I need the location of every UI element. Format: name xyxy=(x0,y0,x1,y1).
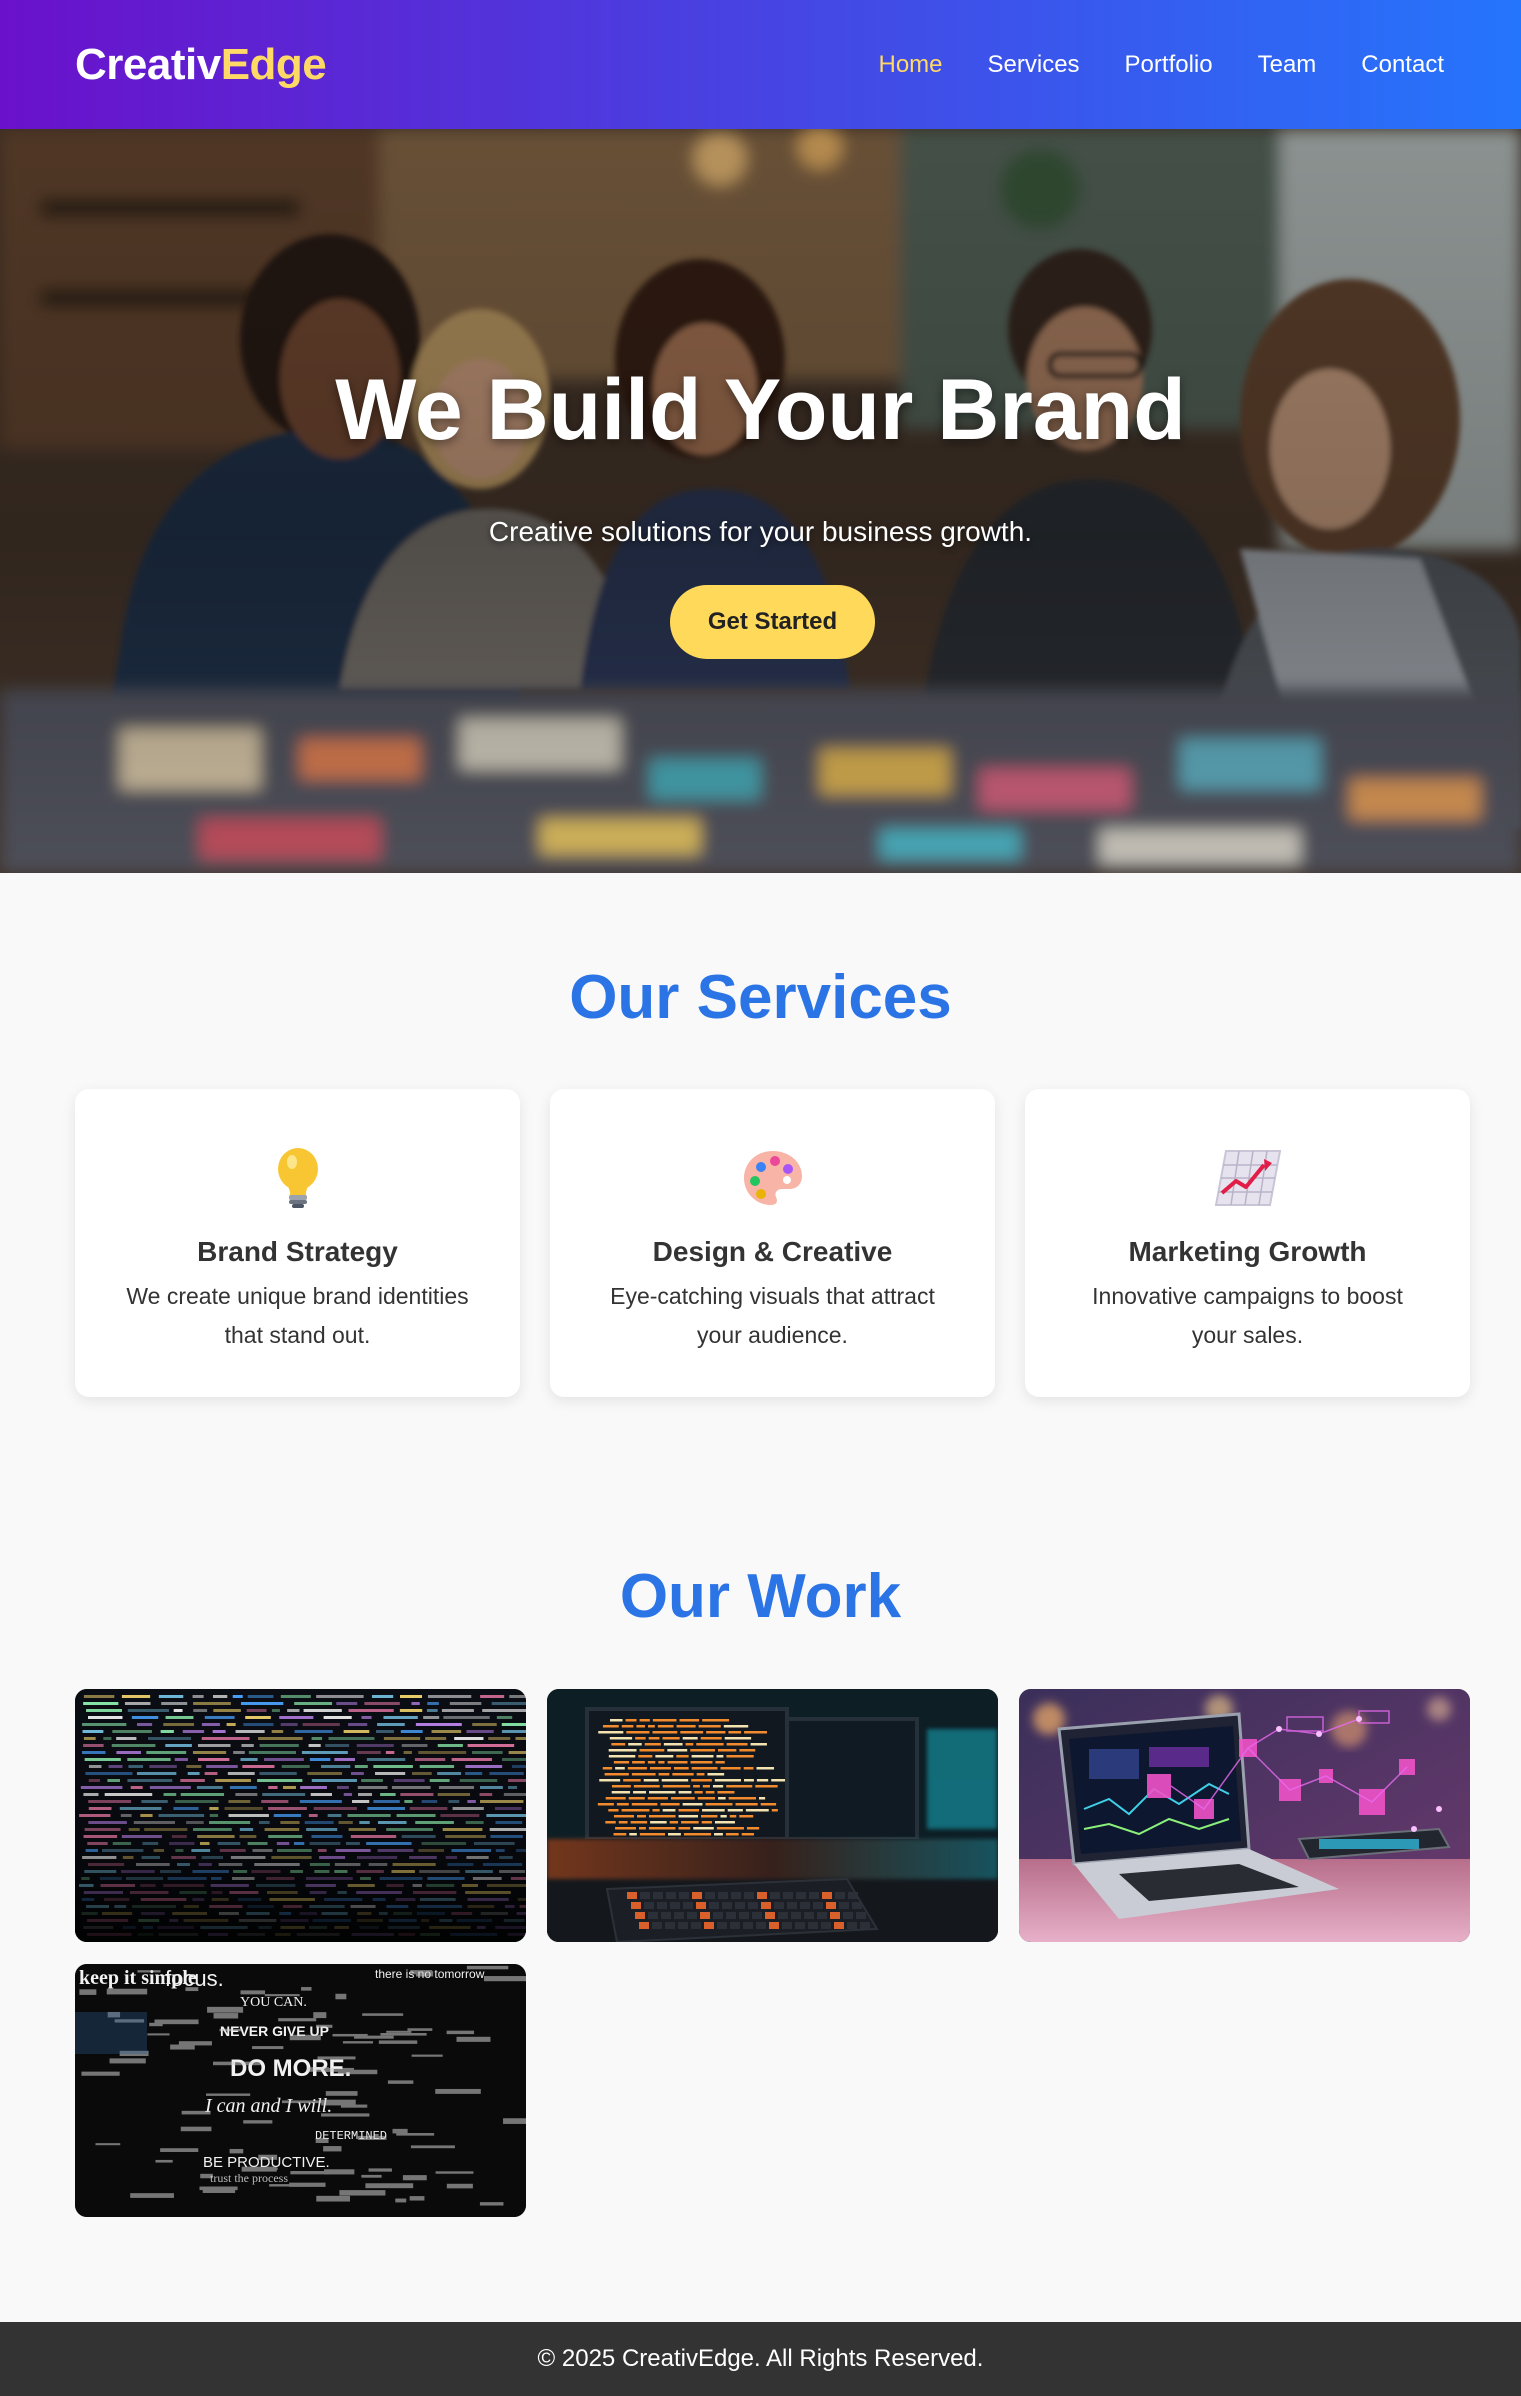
main-nav: Home Services Portfolio Team Contact xyxy=(878,51,1446,79)
collage-word: I can and I will. xyxy=(204,2095,332,2117)
services-title: Our Services xyxy=(569,963,952,1032)
brand-name-main: Creativ xyxy=(75,39,221,89)
brand-name-accent: Edge xyxy=(220,39,327,89)
nav-portfolio[interactable]: Portfolio xyxy=(1125,51,1213,79)
nav-services[interactable]: Services xyxy=(988,51,1080,79)
code-on-dark-screen-image xyxy=(75,1689,526,1942)
hero-title: We Build Your Brand xyxy=(335,362,1186,458)
hero-subtitle: Creative solutions for your business gro… xyxy=(488,516,1033,547)
service-card-brand-strategy: Brand Strategy We create unique brand id… xyxy=(75,1089,520,1397)
service-description: Eye-catching visuals that attract your a… xyxy=(610,1283,935,1348)
site-footer: © 2025 CreativEdge. All Rights Reserved. xyxy=(0,2322,1521,2396)
service-card-design-creative: Design & Creative Eye-catching visuals t… xyxy=(550,1089,995,1397)
laptop-with-holographic-data-image xyxy=(1019,1689,1470,1942)
copyright-text: © 2025 CreativEdge. All Rights Reserved. xyxy=(537,2345,984,2372)
portfolio-item[interactable] xyxy=(547,1689,998,1942)
work-title: Our Work xyxy=(619,1562,902,1631)
service-description: We create unique brand identities that s… xyxy=(126,1283,469,1348)
service-title: Design & Creative xyxy=(652,1236,893,1267)
lightbulb-icon xyxy=(75,1147,520,1213)
hero-section: We Build Your Brand Creative solutions f… xyxy=(0,129,1521,873)
portfolio-item[interactable] xyxy=(75,1689,526,1942)
service-title: Brand Strategy xyxy=(197,1236,398,1267)
palette-icon xyxy=(550,1147,995,1213)
nav-contact[interactable]: Contact xyxy=(1361,51,1444,79)
nav-team[interactable]: Team xyxy=(1258,51,1317,79)
hero-content: We Build Your Brand Creative solutions f… xyxy=(0,129,1521,873)
portfolio-item[interactable] xyxy=(1019,1689,1470,1942)
motivational-typography-collage-image: keep it simple focus. there is no tomorr… xyxy=(75,1964,526,2217)
service-card-marketing-growth: Marketing Growth Innovative campaigns to… xyxy=(1025,1089,1470,1397)
programming-workstation-image xyxy=(547,1689,998,1942)
service-title: Marketing Growth xyxy=(1128,1236,1367,1267)
portfolio-item[interactable]: keep it simple focus. there is no tomorr… xyxy=(75,1964,526,2217)
brand-logo[interactable]: CreativEdge xyxy=(75,39,327,90)
site-header: CreativEdge Home Services Portfolio Team… xyxy=(0,0,1521,129)
collage-word: trust the process xyxy=(210,2171,288,2185)
get-started-button[interactable]: Get Started xyxy=(670,585,875,659)
collage-word: YOU CAN. xyxy=(240,1995,307,2010)
nav-home[interactable]: Home xyxy=(878,51,942,79)
service-description: Innovative campaigns to boost your sales… xyxy=(1092,1283,1403,1348)
chart-increasing-icon xyxy=(1025,1147,1470,1213)
